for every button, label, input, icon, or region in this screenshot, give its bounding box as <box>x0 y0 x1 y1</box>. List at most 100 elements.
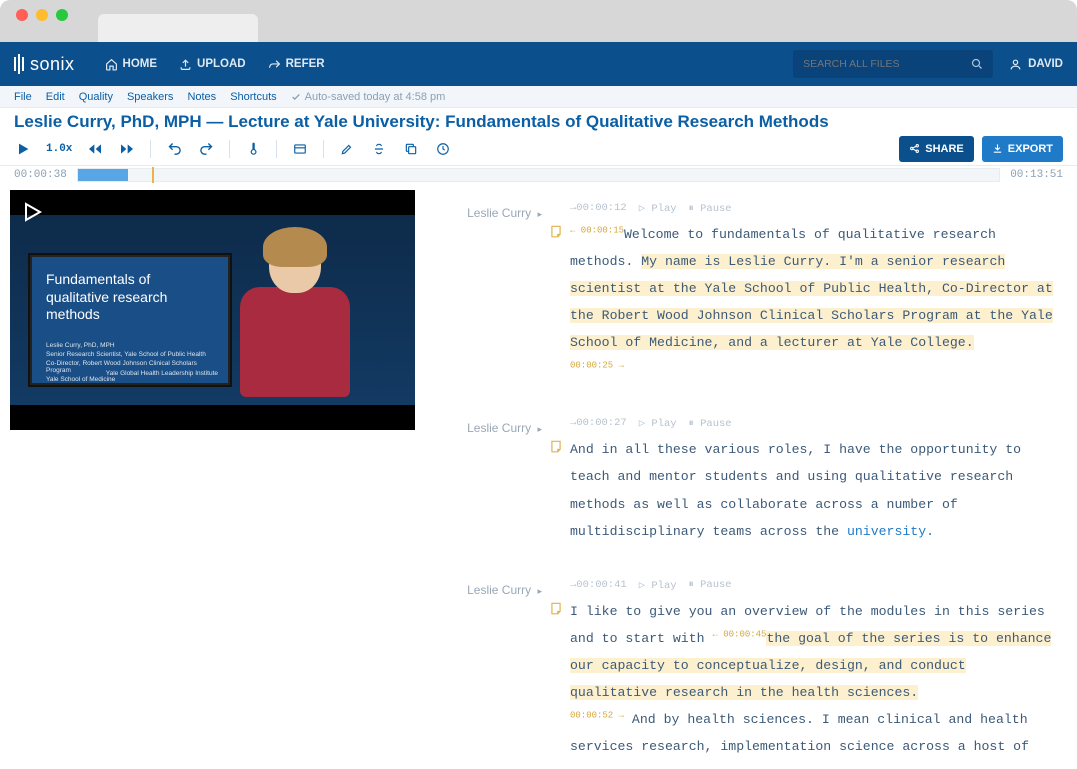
upload-icon <box>179 58 192 71</box>
redo-button[interactable] <box>197 140 215 158</box>
menu-edit[interactable]: Edit <box>46 91 65 103</box>
search-box[interactable] <box>793 50 993 78</box>
time-total: 00:13:51 <box>1010 169 1063 181</box>
timestamp-end-marker: 00:00:52 → <box>570 710 624 720</box>
menubar: File Edit Quality Speakers Notes Shortcu… <box>0 86 1077 108</box>
menu-shortcuts[interactable]: Shortcuts <box>230 91 276 103</box>
check-icon <box>291 92 301 102</box>
thermometer-icon <box>246 142 260 156</box>
copy-button[interactable] <box>402 140 420 158</box>
search-input[interactable] <box>803 58 971 70</box>
timestamp-start-marker: ← 00:00:45 <box>712 629 766 639</box>
video-player[interactable]: Fundamentals of qualitative research met… <box>10 190 415 430</box>
segment-note-button[interactable] <box>542 417 570 544</box>
segment-body: →00:00:27 ▷ Play ⏸ Pause And in all these v… <box>570 417 1053 544</box>
menu-quality[interactable]: Quality <box>79 91 113 103</box>
menu-file[interactable]: File <box>14 91 32 103</box>
segment-meta: →00:00:41 ▷ Play ⏸ Pause <box>570 579 1053 592</box>
traffic-lights <box>16 9 68 21</box>
transcript-link[interactable]: university. <box>847 524 934 539</box>
video-slide: Fundamentals of qualitative research met… <box>30 255 230 385</box>
user-name: DAVID <box>1028 58 1063 70</box>
transcript-segment: Leslie Curry ▸ →00:00:12 ▷ Play ⏸ Pause ← 00… <box>442 192 1053 407</box>
segment-timestamp[interactable]: →00:00:12 <box>570 202 627 215</box>
nav-upload[interactable]: UPLOAD <box>179 58 246 71</box>
segment-speaker[interactable]: Leslie Curry ▸ <box>442 579 542 764</box>
redo-icon <box>199 141 214 156</box>
segment-pause-button[interactable]: ⏸ Pause <box>689 202 732 215</box>
video-speaker-figure <box>235 235 355 405</box>
segment-speaker[interactable]: Leslie Curry ▸ <box>442 202 542 383</box>
rewind-button[interactable] <box>86 140 104 158</box>
transcript-segment: Leslie Curry ▸ →00:00:27 ▷ Play ⏸ Pause And … <box>442 407 1053 568</box>
segment-body: →00:00:12 ▷ Play ⏸ Pause ← 00:00:15Welcome … <box>570 202 1053 383</box>
timestamp-end-marker: 00:00:25 → <box>570 361 624 371</box>
segment-body: →00:00:41 ▷ Play ⏸ Pause I like to give you… <box>570 579 1053 764</box>
export-icon <box>992 143 1003 154</box>
search-icon <box>971 58 983 70</box>
forward-icon <box>119 141 135 157</box>
toolbar: 1.0x SHARE EXPORT <box>0 132 1077 166</box>
share-button[interactable]: SHARE <box>899 136 974 162</box>
segment-timestamp[interactable]: →00:00:41 <box>570 579 627 592</box>
segment-pause-button[interactable]: ⏸ Pause <box>689 579 732 592</box>
nav-refer-label: REFER <box>286 58 325 70</box>
layout-icon <box>293 142 307 156</box>
note-icon <box>549 439 563 453</box>
note-icon <box>549 224 563 238</box>
segment-play-button[interactable]: ▷ Play <box>639 417 677 430</box>
segment-text[interactable]: ← 00:00:15Welcome to fundamentals of qua… <box>570 221 1053 383</box>
segment-note-button[interactable] <box>542 579 570 764</box>
segment-pause-button[interactable]: ⏸ Pause <box>689 417 732 430</box>
layout-button[interactable] <box>291 140 309 158</box>
browser-tab[interactable] <box>98 14 258 42</box>
video-play-overlay[interactable] <box>18 198 46 226</box>
autosave-status: Auto-saved today at 4:58 pm <box>291 91 446 103</box>
transcript-panel[interactable]: Leslie Curry ▸ →00:00:12 ▷ Play ⏸ Pause ← 00… <box>420 184 1077 764</box>
playback-speed[interactable]: 1.0x <box>46 143 72 155</box>
top-nav: sonix HOME UPLOAD REFER DAVID <box>0 42 1077 86</box>
user-menu[interactable]: DAVID <box>1009 58 1063 71</box>
segment-play-button[interactable]: ▷ Play <box>639 579 677 592</box>
strikethrough-icon <box>372 142 386 156</box>
play-icon <box>15 141 31 157</box>
logo[interactable]: sonix <box>14 54 75 75</box>
segment-speaker[interactable]: Leslie Curry ▸ <box>442 417 542 544</box>
rewind-icon <box>87 141 103 157</box>
nav-upload-label: UPLOAD <box>197 58 246 70</box>
menu-notes[interactable]: Notes <box>187 91 216 103</box>
temperature-button[interactable] <box>244 140 262 158</box>
close-window-icon[interactable] <box>16 9 28 21</box>
nav-home-label: HOME <box>123 58 158 70</box>
forward-button[interactable] <box>118 140 136 158</box>
highlight-button[interactable] <box>338 140 356 158</box>
home-icon <box>105 58 118 71</box>
segment-text[interactable]: And in all these various roles, I have t… <box>570 436 1053 544</box>
strikethrough-button[interactable] <box>370 140 388 158</box>
segment-play-button[interactable]: ▷ Play <box>639 202 677 215</box>
segment-text[interactable]: I like to give you an overview of the mo… <box>570 598 1053 764</box>
play-button[interactable] <box>14 140 32 158</box>
undo-icon <box>167 141 182 156</box>
segment-note-button[interactable] <box>542 202 570 383</box>
menu-speakers[interactable]: Speakers <box>127 91 173 103</box>
highlighted-text: My name is Leslie Curry. I'm a senior re… <box>570 254 1053 350</box>
segment-timestamp[interactable]: →00:00:27 <box>570 417 627 430</box>
undo-button[interactable] <box>165 140 183 158</box>
note-icon <box>549 601 563 615</box>
play-outline-icon <box>20 200 44 224</box>
timestamp-button[interactable] <box>434 140 452 158</box>
logo-icon <box>14 54 24 74</box>
maximize-window-icon[interactable] <box>56 9 68 21</box>
nav-refer[interactable]: REFER <box>268 58 325 71</box>
time-current: 00:00:38 <box>14 169 67 181</box>
timeline-track[interactable] <box>77 168 1000 182</box>
timeline-cursor[interactable] <box>152 167 154 183</box>
user-icon <box>1009 58 1022 71</box>
clock-icon <box>436 142 450 156</box>
minimize-window-icon[interactable] <box>36 9 48 21</box>
nav-home[interactable]: HOME <box>105 58 158 71</box>
export-button[interactable]: EXPORT <box>982 136 1063 162</box>
copy-icon <box>404 142 418 156</box>
share-icon <box>909 143 920 154</box>
